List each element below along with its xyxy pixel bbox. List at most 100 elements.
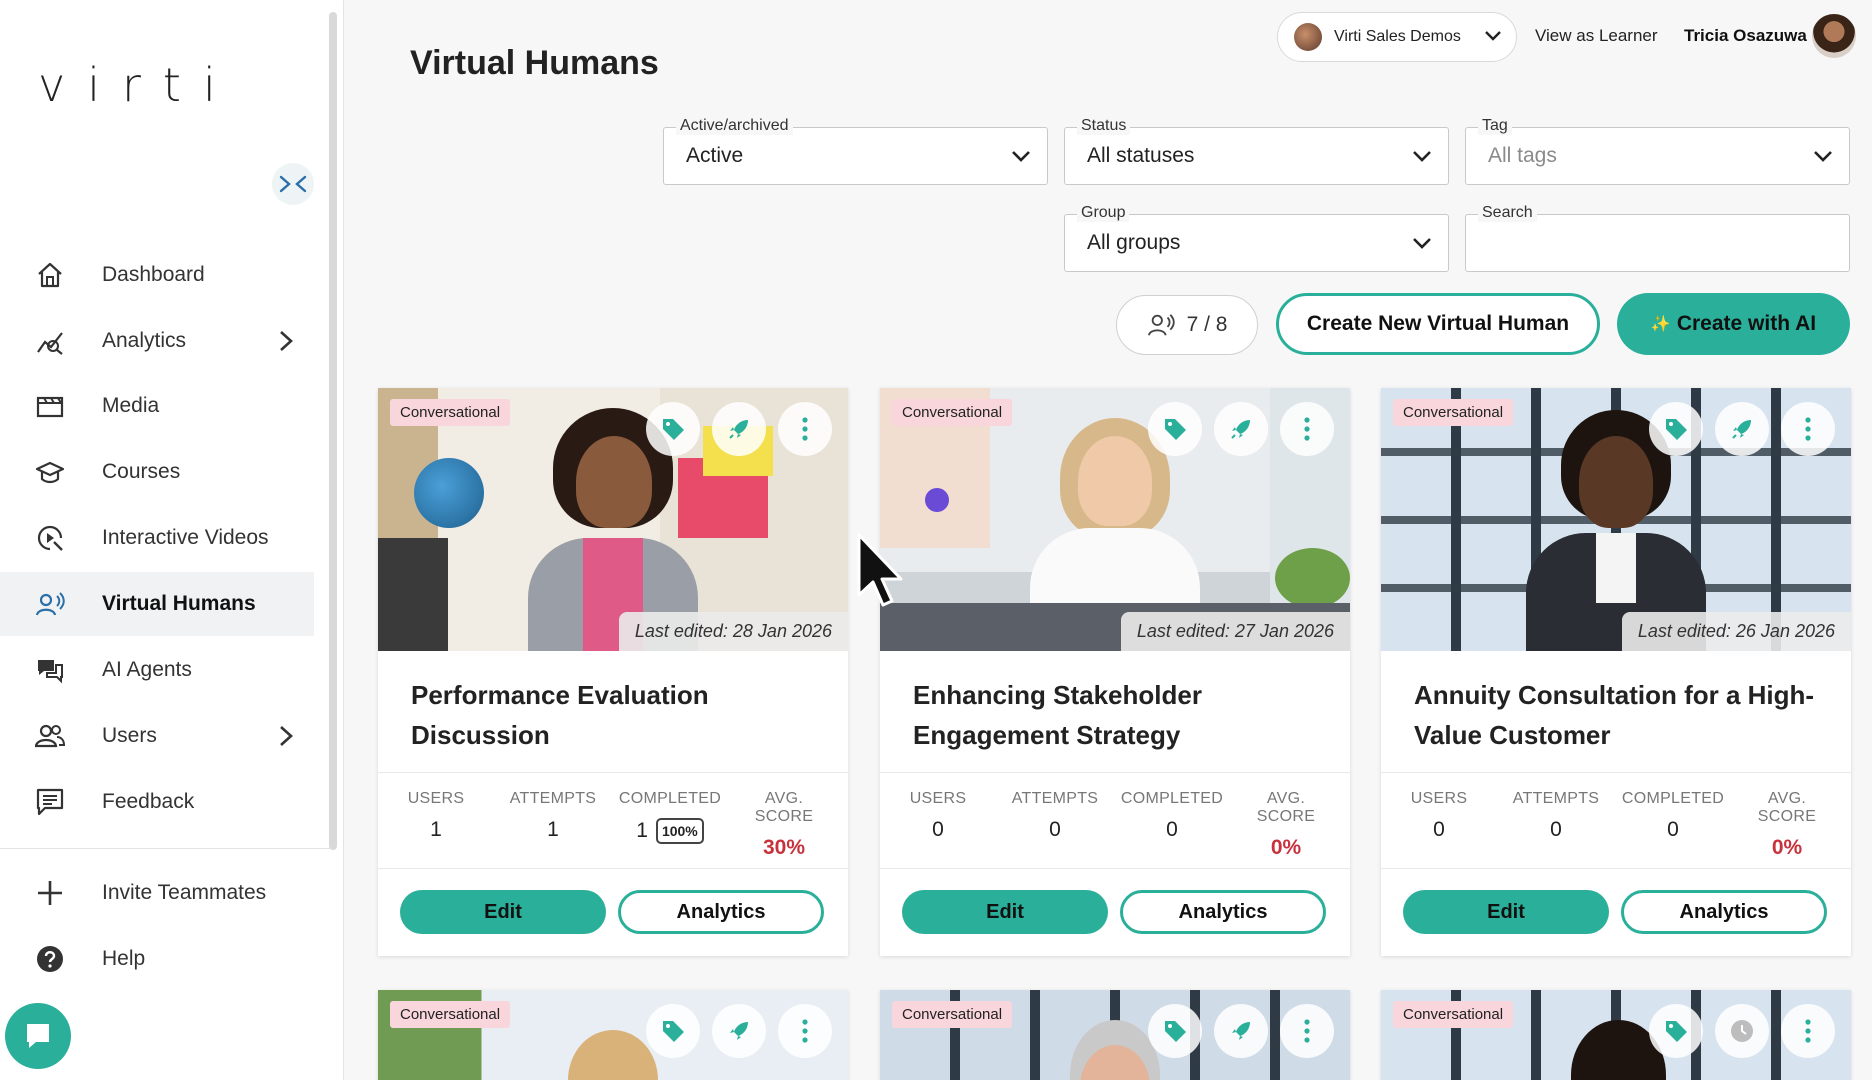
search-input[interactable]: Search — [1465, 204, 1850, 272]
virti-logo[interactable]: virti — [38, 58, 238, 112]
tag-icon — [663, 419, 684, 440]
tag-button[interactable] — [1148, 402, 1202, 456]
stat-attempts: ATTEMPTS 0 — [1005, 790, 1105, 842]
analytics-button[interactable]: Analytics — [618, 890, 824, 934]
card-thumbnail[interactable]: Conversational Last edited: 26 Jan 2026 — [1381, 388, 1851, 651]
sparkle-icon: ✨ — [1650, 316, 1671, 333]
sidebar-item-dashboard[interactable]: Dashboard — [0, 243, 314, 307]
user-name[interactable]: Tricia Osazuwa — [1684, 26, 1807, 46]
group-select[interactable]: Group All groups — [1064, 204, 1449, 272]
publish-button[interactable] — [712, 1004, 766, 1058]
tag-button[interactable] — [1649, 402, 1703, 456]
more-options-button[interactable] — [778, 1004, 832, 1058]
tag-button[interactable] — [1649, 1004, 1703, 1058]
virtual-human-card[interactable]: Conversational — [378, 990, 848, 1080]
publish-button[interactable] — [712, 402, 766, 456]
stat-completed: COMPLETED 0 — [1117, 790, 1227, 842]
sidebar-item-feedback[interactable]: Feedback — [0, 770, 314, 834]
sidebar-scrollbar[interactable] — [329, 12, 337, 850]
stat-completed: COMPLETED 1 100% — [615, 790, 725, 844]
more-options-button[interactable] — [1280, 1004, 1334, 1058]
tag-button[interactable] — [646, 1004, 700, 1058]
chevron-down-icon — [1413, 151, 1431, 162]
type-badge: Conversational — [1393, 1001, 1514, 1028]
card-thumbnail[interactable]: Conversational Last edited: 28 Jan 2026 — [378, 388, 848, 651]
sidebar-item-interactive-videos[interactable]: Interactive Videos — [0, 506, 314, 570]
card-title[interactable]: Annuity Consultation for a High-Value Cu… — [1414, 675, 1834, 755]
stat-attempts: ATTEMPTS 1 — [503, 790, 603, 842]
more-options-button[interactable] — [1280, 402, 1334, 456]
analytics-button[interactable]: Analytics — [1621, 890, 1827, 934]
kebab-icon — [802, 1019, 808, 1043]
media-icon — [34, 390, 66, 422]
card-title[interactable]: Enhancing Stakeholder Engagement Strateg… — [913, 675, 1333, 755]
pending-status-button[interactable] — [1715, 1004, 1769, 1058]
divider — [1381, 772, 1851, 773]
help-button[interactable]: Help — [0, 927, 314, 991]
virtual-human-card[interactable]: Conversational — [1381, 990, 1851, 1080]
filter-value: All groups — [1087, 231, 1181, 254]
tag-icon — [1666, 419, 1687, 440]
card-thumbnail[interactable]: Conversational — [1381, 990, 1851, 1080]
stat-value: 0 — [1049, 818, 1061, 841]
sidebar-item-ai-agents[interactable]: AI Agents — [0, 638, 314, 702]
create-new-virtual-human-button[interactable]: Create New Virtual Human — [1276, 293, 1600, 355]
org-selector[interactable]: Virti Sales Demos — [1277, 12, 1517, 62]
stat-value: 0% — [1771, 836, 1803, 859]
stat-users: USERS 1 — [386, 790, 486, 842]
more-options-button[interactable] — [1781, 1004, 1835, 1058]
stat-value: 30% — [762, 836, 806, 859]
card-thumbnail[interactable]: Conversational — [880, 990, 1350, 1080]
stat-value: 1 — [430, 818, 442, 841]
plus-icon — [34, 877, 66, 909]
sidebar-item-users[interactable]: Users — [0, 704, 314, 768]
active-archived-select[interactable]: Active/archived Active — [663, 117, 1048, 185]
more-options-button[interactable] — [778, 402, 832, 456]
edit-button[interactable]: Edit — [400, 890, 606, 934]
analytics-button[interactable]: Analytics — [1120, 890, 1326, 934]
status-select[interactable]: Status All statuses — [1064, 117, 1449, 185]
tag-icon — [663, 1021, 684, 1042]
chat-icon — [27, 1024, 49, 1048]
edit-button[interactable]: Edit — [902, 890, 1108, 934]
stat-label: USERS — [909, 790, 967, 807]
avatar[interactable] — [1812, 14, 1856, 58]
seat-counter[interactable]: 7 / 8 — [1116, 295, 1258, 355]
tag-button[interactable] — [646, 402, 700, 456]
more-options-button[interactable] — [1781, 402, 1835, 456]
tag-select[interactable]: Tag All tags — [1465, 117, 1850, 185]
edit-button[interactable]: Edit — [1403, 890, 1609, 934]
chat-launcher-button[interactable] — [5, 1003, 71, 1069]
stat-label: ATTEMPTS — [1011, 790, 1099, 807]
sidebar-item-media[interactable]: Media — [0, 374, 314, 438]
org-avatar — [1294, 23, 1322, 51]
card-thumbnail[interactable]: Conversational — [378, 990, 848, 1080]
collapse-sidebar-button[interactable] — [272, 163, 314, 205]
interactive-video-icon — [34, 522, 66, 554]
org-name: Virti Sales Demos — [1334, 28, 1461, 45]
create-with-ai-button[interactable]: ✨ Create with AI — [1617, 293, 1850, 355]
create-with-ai-label: Create with AI — [1676, 312, 1817, 335]
type-badge: Conversational — [892, 1001, 1013, 1028]
sidebar-item-virtual-humans[interactable]: Virtual Humans — [0, 572, 314, 636]
divider — [1381, 868, 1851, 869]
virtual-human-card[interactable]: Conversational Last edited: 26 Jan 2026 … — [1381, 388, 1851, 956]
virtual-human-card[interactable]: Conversational Last edited: 28 Jan 2026 … — [378, 388, 848, 956]
card-thumbnail[interactable]: Conversational Last edited: 27 Jan 2026 — [880, 388, 1350, 651]
collapse-icon — [279, 175, 307, 193]
virtual-human-card[interactable]: Conversational — [880, 990, 1350, 1080]
sidebar-item-label: Analytics — [102, 329, 187, 352]
publish-button[interactable] — [1715, 402, 1769, 456]
sidebar-item-analytics[interactable]: Analytics — [0, 309, 314, 373]
sidebar-item-label: Media — [102, 394, 160, 417]
virtual-human-card[interactable]: Conversational Last edited: 27 Jan 2026 … — [880, 388, 1350, 956]
sidebar-item-courses[interactable]: Courses — [0, 440, 314, 504]
card-title[interactable]: Performance Evaluation Discussion — [411, 675, 831, 755]
invite-teammates-button[interactable]: Invite Teammates — [0, 861, 314, 925]
publish-button[interactable] — [1214, 402, 1268, 456]
stat-label: COMPLETED — [618, 790, 722, 807]
publish-button[interactable] — [1214, 1004, 1268, 1058]
view-as-learner-link[interactable]: View as Learner — [1535, 26, 1658, 46]
stat-label: COMPLETED — [1621, 790, 1725, 807]
tag-button[interactable] — [1148, 1004, 1202, 1058]
